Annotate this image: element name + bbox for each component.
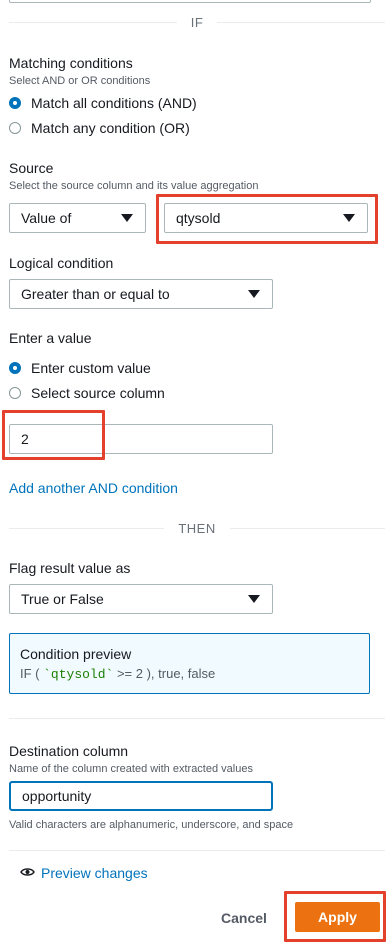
section-divider [9, 850, 385, 851]
condition-preview-title: Condition preview [20, 646, 132, 662]
flag-result-title: Flag result value as [9, 560, 131, 576]
destination-column-description: Name of the column created with extracte… [9, 763, 253, 775]
radio-unselected-icon[interactable] [9, 387, 21, 399]
then-divider: THEN [9, 518, 386, 538]
caret-down-icon [343, 214, 355, 222]
if-label: IF [190, 14, 204, 30]
if-divider: IF [9, 12, 385, 32]
then-label: THEN [178, 520, 216, 536]
source-description: Select the source column and its value a… [9, 180, 259, 192]
matching-conditions-title: Matching conditions [9, 55, 133, 71]
destination-column-input-text: opportunity [22, 788, 92, 804]
caret-down-icon [121, 214, 133, 222]
logical-condition-select-value: Greater than or equal to [21, 286, 170, 302]
radio-selected-icon[interactable] [9, 362, 21, 374]
radio-match-all-label: Match all conditions (AND) [31, 95, 197, 111]
destination-column-title: Destination column [9, 743, 129, 759]
condition-preview-expression: IF ( `qtysold` >= 2 ), true, false [20, 666, 359, 682]
preview-changes-link[interactable]: Preview changes [20, 864, 148, 882]
source-title: Source [9, 160, 54, 176]
logical-condition-select[interactable]: Greater than or equal to [9, 279, 273, 309]
caret-down-icon [248, 290, 260, 298]
radio-custom-value-label: Enter custom value [31, 360, 151, 376]
flag-result-select[interactable]: True or False [9, 584, 273, 614]
radio-selected-icon[interactable] [9, 97, 21, 109]
radio-source-column-label: Select source column [31, 385, 165, 401]
condition-preview-suffix: >= 2 ), true, false [116, 666, 216, 681]
cancel-button[interactable]: Cancel [221, 910, 267, 926]
logical-condition-title: Logical condition [9, 255, 114, 271]
previous-field [9, 0, 371, 3]
aggregation-select[interactable]: Value of [9, 203, 146, 233]
section-divider [9, 718, 385, 719]
radio-source-column[interactable]: Select source column [9, 385, 165, 401]
radio-match-any-label: Match any condition (OR) [31, 120, 190, 136]
matching-conditions-description: Select AND or OR conditions [9, 75, 151, 87]
radio-match-all[interactable]: Match all conditions (AND) [9, 95, 197, 111]
eye-icon [20, 864, 35, 882]
condition-preview-prefix: IF ( [20, 666, 40, 681]
highlight-custom-value [2, 410, 105, 460]
preview-changes-label: Preview changes [41, 865, 148, 881]
source-column-select[interactable]: qtysold [164, 203, 368, 233]
condition-preview-box: Condition preview IF ( `qtysold` >= 2 ),… [9, 633, 370, 694]
enter-value-title: Enter a value [9, 330, 92, 346]
source-column-select-value: qtysold [176, 210, 221, 226]
radio-custom-value[interactable]: Enter custom value [9, 360, 151, 376]
condition-preview-column: `qtysold` [43, 667, 114, 682]
radio-unselected-icon[interactable] [9, 122, 21, 134]
caret-down-icon [248, 595, 260, 603]
flag-result-select-value: True or False [21, 591, 104, 607]
destination-column-input[interactable]: opportunity [9, 781, 273, 811]
destination-column-hint: Valid characters are alphanumeric, under… [9, 819, 294, 831]
aggregation-select-value: Value of [21, 210, 72, 226]
apply-button[interactable]: Apply [295, 902, 380, 932]
add-and-condition-link[interactable]: Add another AND condition [9, 480, 178, 496]
radio-match-any[interactable]: Match any condition (OR) [9, 120, 190, 136]
